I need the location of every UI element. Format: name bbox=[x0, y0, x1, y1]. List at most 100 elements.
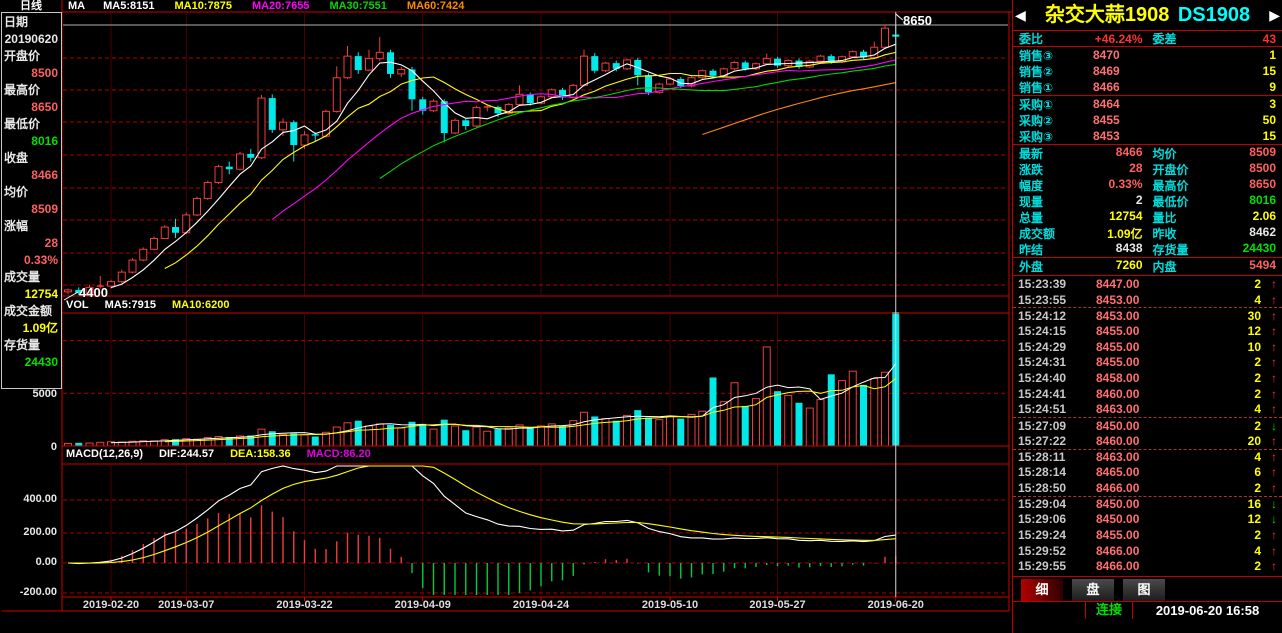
queue-label: 销售① bbox=[1019, 79, 1077, 96]
candle-up bbox=[602, 63, 609, 71]
up-arrow-icon: ↑ bbox=[1266, 340, 1277, 354]
tick-price: 8453.00 bbox=[1096, 309, 1166, 323]
volume-bar-up bbox=[333, 427, 340, 446]
indicator-value: MA10:6200 bbox=[172, 299, 229, 311]
detail-cell: 昨收8462 bbox=[1153, 225, 1277, 242]
buy-queue: 采购①84643采购②845550采购③845315 bbox=[1013, 96, 1282, 145]
volume-bar-down bbox=[527, 427, 534, 446]
field-value: 0.33% bbox=[4, 252, 59, 269]
detail-value: 28 bbox=[1043, 161, 1142, 178]
pan-cell: 外盘7260 bbox=[1019, 258, 1143, 275]
next-contract-arrow-icon[interactable]: ▶ bbox=[1269, 0, 1280, 30]
volume-bar-down bbox=[645, 418, 652, 446]
field-value: 8509 bbox=[4, 201, 59, 218]
tick-price: 8460.00 bbox=[1096, 387, 1166, 401]
detail-value: 2.06 bbox=[1177, 209, 1276, 226]
candle-up bbox=[118, 272, 125, 282]
volume-bar-up bbox=[301, 435, 308, 446]
tick-qty: 6 bbox=[1166, 465, 1266, 479]
tick-time: 15:28:14 bbox=[1018, 465, 1082, 479]
detail-label: 量比 bbox=[1153, 209, 1177, 226]
tick-row: 15:27:098450.002↓ bbox=[1013, 417, 1282, 433]
tick-time: 15:29:04 bbox=[1018, 497, 1082, 511]
indicator-value: DIF:244.57 bbox=[159, 448, 214, 460]
pan-label: 外盘 bbox=[1019, 258, 1043, 275]
tick-qty: 4 bbox=[1166, 402, 1266, 416]
tick-price: 8447.00 bbox=[1096, 277, 1166, 291]
period-selector[interactable]: 日线 bbox=[0, 0, 62, 12]
tab-细[interactable]: 细 bbox=[1021, 579, 1063, 601]
volume-bar-down bbox=[828, 374, 835, 446]
volume-bar-up bbox=[344, 423, 351, 446]
volume-bar-up bbox=[882, 372, 889, 446]
queue-row[interactable]: 销售③84701 bbox=[1013, 47, 1282, 63]
indicator-value: VOL bbox=[66, 299, 89, 311]
pan-cell: 内盘5494 bbox=[1153, 258, 1277, 275]
up-arrow-icon: ↑ bbox=[1266, 324, 1277, 338]
tab-盘[interactable]: 盘 bbox=[1072, 579, 1114, 601]
detail-label: 最高价 bbox=[1153, 177, 1189, 194]
tick-qty: 20 bbox=[1166, 434, 1266, 448]
tick-qty: 30 bbox=[1166, 309, 1266, 323]
candle-down bbox=[527, 94, 534, 103]
tick-time: 15:24:41 bbox=[1018, 387, 1082, 401]
tick-row: 15:27:228460.0020↑ bbox=[1013, 433, 1282, 449]
tick-qty: 4 bbox=[1166, 293, 1266, 307]
prev-contract-arrow-icon[interactable]: ◀ bbox=[1015, 0, 1026, 30]
indicator-value: MACD(12,26,9) bbox=[66, 448, 143, 460]
up-arrow-icon: ↑ bbox=[1266, 402, 1277, 416]
field-value: 8466 bbox=[4, 167, 59, 184]
field-label: 成交量 bbox=[4, 269, 59, 286]
tick-qty: 2 bbox=[1166, 481, 1266, 495]
tick-price: 8465.00 bbox=[1096, 465, 1166, 479]
detail-cell: 开盘价8500 bbox=[1153, 161, 1277, 178]
detail-value: 8016 bbox=[1189, 193, 1276, 210]
kline-chart[interactable] bbox=[0, 0, 1012, 633]
tick-time: 15:24:12 bbox=[1018, 309, 1082, 323]
tick-row: 15:24:408458.002↑ bbox=[1013, 370, 1282, 386]
tick-qty: 4 bbox=[1166, 450, 1266, 464]
tick-time: 15:24:15 bbox=[1018, 324, 1082, 338]
candle-up bbox=[237, 154, 244, 169]
detail-label: 存货量 bbox=[1153, 241, 1189, 258]
ma-value: MA60:7424 bbox=[407, 0, 464, 12]
detail-cell: 最高价8650 bbox=[1153, 177, 1277, 194]
field-value: 12754 bbox=[4, 286, 59, 303]
contract-name: 杂交大蒜1908 bbox=[1045, 4, 1170, 26]
tick-row: 15:23:398447.002↑ bbox=[1013, 276, 1282, 292]
queue-row[interactable]: 销售②846915 bbox=[1013, 63, 1282, 79]
field-label: 成交金额 bbox=[4, 303, 59, 320]
queue-row[interactable]: 销售①84669 bbox=[1013, 79, 1282, 95]
tick-row: 15:24:418460.002↑ bbox=[1013, 386, 1282, 402]
weibi-label: 委比 bbox=[1019, 30, 1043, 47]
tick-price: 8460.00 bbox=[1096, 434, 1166, 448]
detail-cell: 成交额1.09亿 bbox=[1019, 225, 1143, 242]
volume-bar-down bbox=[495, 429, 502, 446]
queue-qty: 15 bbox=[1157, 129, 1276, 143]
up-arrow-icon: ↑ bbox=[1266, 544, 1277, 558]
tick-qty: 2 bbox=[1166, 371, 1266, 385]
queue-row[interactable]: 采购③845315 bbox=[1013, 128, 1282, 144]
field-value: 24430 bbox=[4, 354, 59, 371]
candle-up bbox=[581, 56, 588, 85]
tick-time: 15:28:11 bbox=[1018, 450, 1082, 464]
ma-title: MA bbox=[68, 0, 85, 12]
detail-label: 现量 bbox=[1019, 193, 1043, 210]
detail-label: 昨结 bbox=[1019, 241, 1043, 258]
queue-row[interactable]: 采购②845550 bbox=[1013, 112, 1282, 128]
field-label: 最高价 bbox=[4, 82, 59, 99]
queue-label: 采购② bbox=[1019, 112, 1077, 129]
indicator-value: MA5:7915 bbox=[105, 299, 156, 311]
tab-图[interactable]: 图 bbox=[1123, 579, 1165, 601]
field-value: 1.09亿 bbox=[4, 320, 59, 337]
detail-cell: 量比2.06 bbox=[1153, 209, 1277, 226]
detail-label: 最低价 bbox=[1153, 193, 1189, 210]
candle-up bbox=[333, 78, 340, 112]
tick-list[interactable]: 15:23:398447.002↑15:23:558453.004↑15:24:… bbox=[1013, 276, 1282, 577]
tick-row: 15:29:248455.002↑ bbox=[1013, 527, 1282, 543]
queue-row[interactable]: 采购①84643 bbox=[1013, 96, 1282, 112]
tick-row: 15:28:118463.004↑ bbox=[1013, 449, 1282, 465]
candle-down bbox=[269, 98, 276, 130]
tick-qty: 12 bbox=[1166, 512, 1266, 526]
macd-header: MACD(12,26,9)DIF:244.57DEA:158.36MACD:86… bbox=[66, 448, 387, 460]
